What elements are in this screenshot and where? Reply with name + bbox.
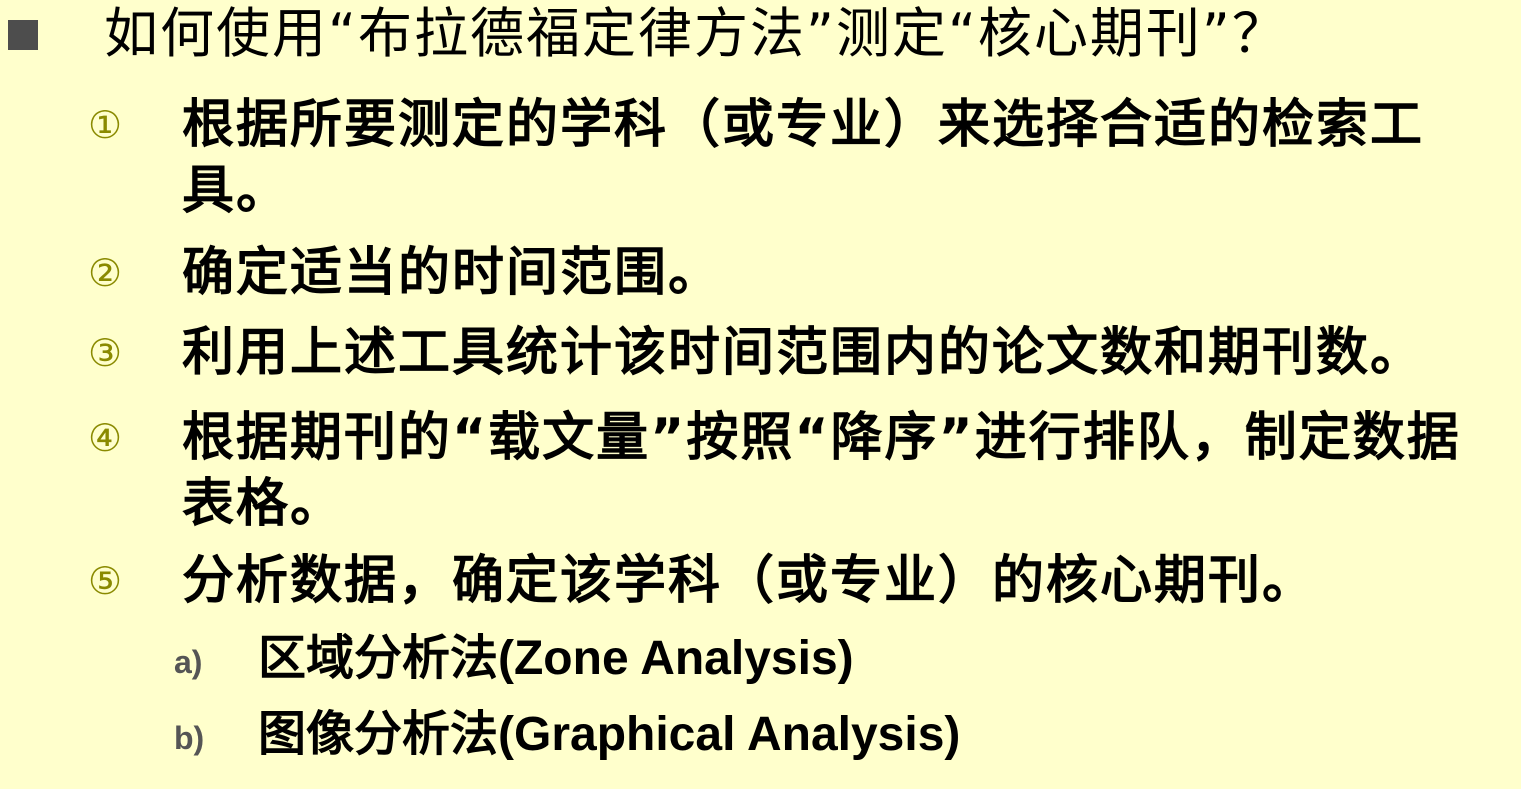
slide-heading: 如何使用“布拉德福定律方法”测定“核心期刊”？ bbox=[104, 2, 1288, 65]
step-text-2: 确定适当的时间范围。 bbox=[182, 243, 723, 303]
step-text-3: 利用上述工具统计该时间范围内的论文数和期刊数。 bbox=[182, 323, 1425, 383]
step-text-1: 根据所要测定的学科（或专业）来选择合适的检索工具。 bbox=[182, 95, 1425, 221]
method-letter-a: a) bbox=[174, 644, 203, 680]
method-letter-b: b) bbox=[174, 720, 205, 756]
step-number-1: ① bbox=[88, 103, 123, 147]
method-text-b: 图像分析法(Graphical Analysis) bbox=[258, 708, 961, 761]
slide: 如何使用“布拉德福定律方法”测定“核心期刊”？ ① 根据所要测定的学科（或专业）… bbox=[0, 0, 1521, 789]
step-number-2: ② bbox=[88, 251, 123, 295]
step-text-4: 根据期刊的“载文量”按照“降序”进行排队，制定数据表格。 bbox=[182, 408, 1461, 534]
step-number-3: ③ bbox=[88, 331, 123, 375]
square-bullet-icon bbox=[8, 20, 38, 50]
step-number-5: ⑤ bbox=[88, 559, 123, 603]
step-number-4: ④ bbox=[88, 416, 123, 460]
method-text-a: 区域分析法(Zone Analysis) bbox=[258, 632, 854, 685]
step-text-5: 分析数据，确定该学科（或专业）的核心期刊。 bbox=[182, 551, 1317, 611]
